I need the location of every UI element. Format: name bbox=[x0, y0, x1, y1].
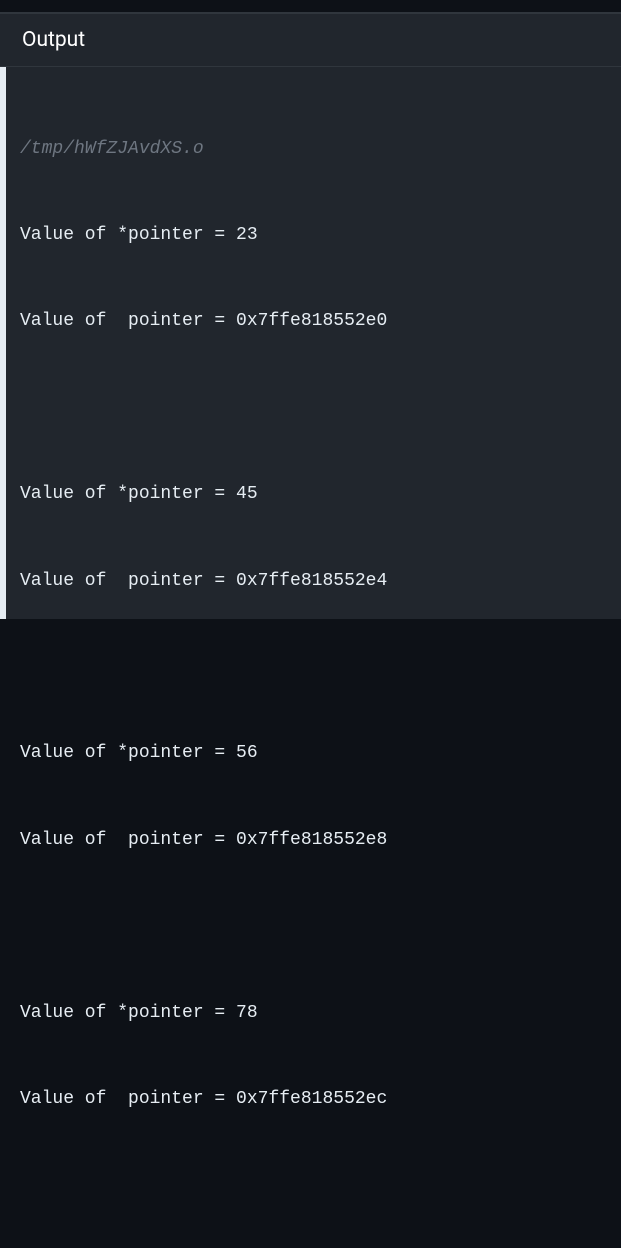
output-line: Value of *pointer = 45 bbox=[20, 480, 607, 509]
blank-line bbox=[20, 1171, 607, 1200]
output-line: Value of pointer = 0x7ffe818552ec bbox=[20, 1085, 607, 1114]
output-line: Value of pointer = 0x7ffe818552e8 bbox=[20, 826, 607, 855]
blank-line bbox=[20, 912, 607, 941]
output-line: Value of *pointer = 23 bbox=[20, 221, 607, 250]
output-line: Value of *pointer = 56 bbox=[20, 739, 607, 768]
output-panel-body: /tmp/hWfZJAvdXS.o Value of *pointer = 23… bbox=[0, 67, 621, 619]
output-panel-header: Output bbox=[0, 14, 621, 67]
execution-path: /tmp/hWfZJAvdXS.o bbox=[20, 135, 607, 164]
blank-line bbox=[20, 653, 607, 682]
output-line: Value of *pointer = 78 bbox=[20, 999, 607, 1028]
output-line: Value of pointer = 0x7ffe818552e4 bbox=[20, 567, 607, 596]
blank-line bbox=[20, 394, 607, 423]
top-divider bbox=[0, 0, 621, 14]
output-line: Value of pointer = 0x7ffe818552e0 bbox=[20, 307, 607, 336]
output-title: Output bbox=[22, 28, 85, 52]
